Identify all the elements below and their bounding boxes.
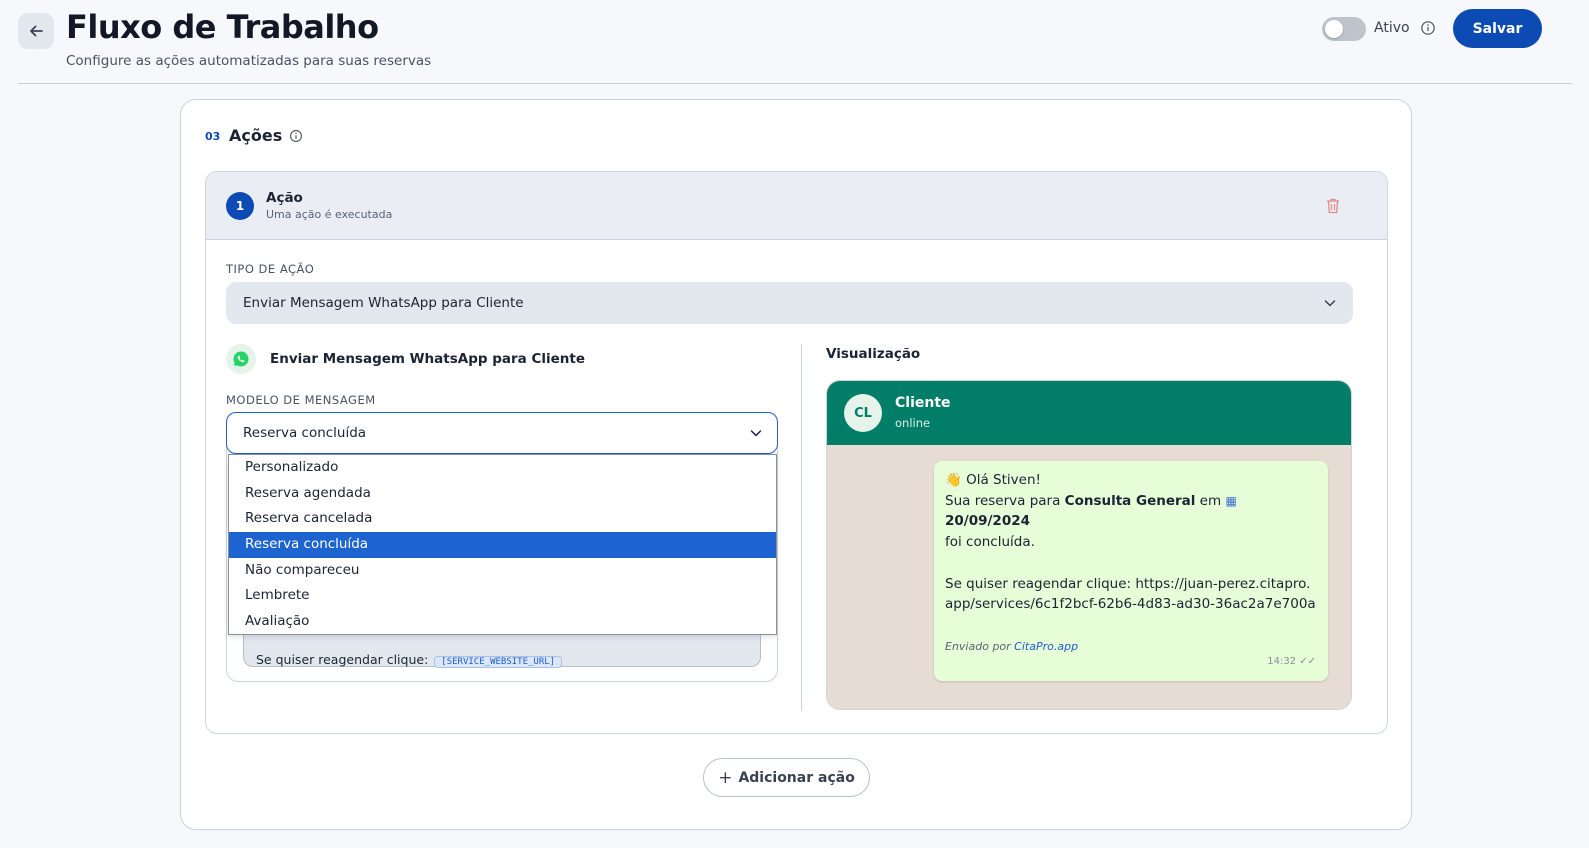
action-type-select[interactable]: Enviar Mensagem WhatsApp para Cliente — [226, 282, 1353, 324]
template-option[interactable]: Reserva agendada — [229, 481, 776, 507]
action-type-value: Enviar Mensagem WhatsApp para Cliente — [243, 295, 524, 311]
add-action-label: Adicionar ação — [738, 769, 855, 786]
message-line: Sua reserva para Consulta General em ▦ 2… — [945, 492, 1237, 530]
service-name: Consulta General — [1064, 492, 1196, 509]
calendar-icon: ▦ — [1225, 493, 1237, 508]
active-toggle[interactable] — [1322, 17, 1366, 41]
whatsapp-preview: CL Cliente online 👋 Olá Stiven! Sua rese… — [826, 380, 1352, 710]
message-bubble: 👋 Olá Stiven! Sua reserva para Consulta … — [934, 461, 1328, 681]
step-badge: 1 — [226, 192, 254, 220]
brand-link[interactable]: CitaPro.app — [1014, 640, 1078, 653]
contact-name: Cliente — [895, 395, 951, 411]
page-title: Fluxo de Trabalho — [66, 8, 379, 46]
back-button[interactable] — [18, 13, 54, 49]
template-body-line: Se quiser reagendar clique: [SERVICE_WEBS… — [256, 652, 563, 668]
active-toggle-label: Ativo — [1374, 20, 1410, 36]
wave-icon: 👋 — [945, 472, 962, 488]
message-greeting: 👋 Olá Stiven! — [945, 472, 1041, 488]
sent-by: Enviado por CitaPro.app — [945, 640, 1079, 653]
action-type-label: TIPO DE AÇÃO — [226, 262, 315, 276]
template-option[interactable]: Não compareceu — [229, 558, 776, 584]
action-panel: 1 Ação Uma ação é executada TIPO DE AÇÃO… — [205, 171, 1388, 734]
contact-status: online — [895, 416, 931, 430]
whatsapp-icon — [226, 344, 256, 374]
add-action-button[interactable]: + Adicionar ação — [703, 758, 870, 797]
template-option[interactable]: Reserva cancelada — [229, 506, 776, 532]
chat-header: CL Cliente online — [827, 381, 1351, 445]
action-title: Ação — [266, 190, 303, 206]
message-time: 14:32 ✓✓ — [1267, 656, 1316, 668]
page-subtitle: Configure as ações automatizadas para su… — [66, 53, 432, 69]
action-header: 1 Ação Uma ação é executada — [206, 172, 1387, 240]
template-option-selected[interactable]: Reserva concluída — [229, 532, 776, 558]
booking-date: 20/09/2024 — [945, 513, 1031, 530]
section-number: 03 — [205, 130, 221, 143]
plus-icon: + — [718, 767, 733, 788]
info-icon[interactable] — [289, 129, 303, 143]
channel-title: Enviar Mensagem WhatsApp para Cliente — [270, 351, 586, 367]
save-button[interactable]: Salvar — [1453, 9, 1542, 48]
header-divider — [18, 83, 1572, 84]
column-divider — [801, 344, 802, 711]
info-icon[interactable] — [1420, 20, 1436, 36]
message-line: foi concluída. — [945, 534, 1035, 551]
reschedule-text: Se quiser reagendar clique: https://juan… — [945, 575, 1316, 613]
template-label: MODELO DE MENSAGEM — [226, 393, 376, 407]
template-token: [SERVICE_WEBSITE_URL] — [434, 656, 563, 668]
template-select-value: Reserva concluída — [243, 425, 367, 441]
chevron-down-icon — [1324, 300, 1336, 307]
arrow-left-icon — [30, 25, 43, 37]
template-option[interactable]: Avaliação — [229, 609, 776, 635]
template-body-text: Se quiser reagendar clique: — [256, 652, 429, 667]
preview-title: Visualização — [826, 346, 921, 362]
page-header: Fluxo de Trabalho Configure as ações aut… — [0, 0, 1589, 84]
trash-icon[interactable] — [1325, 197, 1341, 215]
actions-card: 03 Ações 1 Ação Uma ação é executada TIP… — [180, 99, 1412, 830]
chevron-down-icon — [750, 430, 762, 437]
action-subtitle: Uma ação é executada — [266, 208, 393, 221]
section-title: Ações — [229, 126, 283, 145]
template-select[interactable]: Reserva concluída — [226, 412, 778, 454]
template-option[interactable]: Personalizado — [229, 455, 776, 481]
template-dropdown: Personalizado Reserva agendada Reserva c… — [228, 454, 777, 635]
avatar: CL — [844, 394, 882, 432]
template-option[interactable]: Lembrete — [229, 583, 776, 609]
